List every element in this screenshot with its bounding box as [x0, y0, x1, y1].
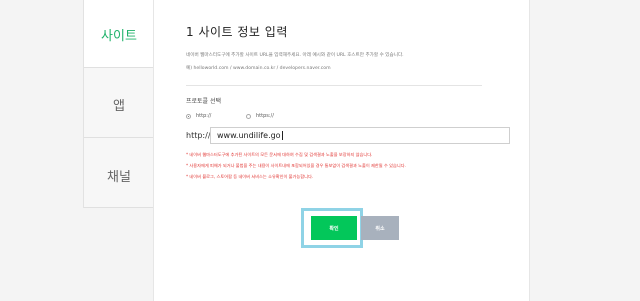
radio-unselected-icon [246, 113, 251, 119]
description-text: 네이버 웹마스터도구에 추가할 사이트 URL을 입력해주세요. 아래 예시와 … [186, 53, 404, 58]
site-info-panel: 1 사이트 정보 입력 네이버 웹마스터도구에 추가할 사이트 URL을 입력해… [153, 0, 530, 301]
sidebar-item-label: 채널 [107, 170, 131, 185]
radio-label: https:// [256, 113, 274, 119]
site-url-value: www.undilife.go [217, 131, 281, 140]
radio-selected-icon [186, 113, 191, 119]
sidebar-item-app[interactable]: 앱 [84, 68, 154, 138]
example-text: 예) helloworld.com / www.domain.co.kr / d… [186, 66, 331, 71]
text-caret [281, 131, 283, 140]
sidebar-item-label: 앱 [113, 99, 125, 114]
notice-text: * 네이버 블로그, 스토어팜 등 네이버 서비스는 소유확인이 불가능합니다. [186, 174, 314, 179]
sidebar-item-label: 사이트 [101, 29, 137, 44]
sidebar-item-site[interactable]: 사이트 [84, 0, 154, 68]
sidebar: 사이트 앱 채널 [83, 0, 154, 208]
radio-label: http:// [196, 113, 212, 119]
protocol-label: 프로토콜 선택 [186, 98, 222, 105]
page-title: 1 사이트 정보 입력 [186, 25, 288, 39]
url-prefix: http:// [186, 131, 211, 140]
protocol-radio-http[interactable]: http:// [186, 112, 211, 120]
confirm-button[interactable]: 확인 [311, 216, 357, 240]
notice-text: * 네이버 웹마스터도구에 추가된 사이트의 모든 문서에 대하여 수집 및 검… [186, 152, 373, 157]
divider [186, 85, 482, 86]
protocol-radio-https[interactable]: https:// [246, 112, 274, 120]
cancel-button[interactable]: 취소 [361, 216, 399, 240]
notice-text: * 사용자에게 피해가 되거나 불법을 주는 내용이 사이트내에 포함되어있을 … [186, 163, 406, 168]
sidebar-item-channel[interactable]: 채널 [84, 138, 154, 208]
site-url-input[interactable]: www.undilife.go [210, 127, 510, 144]
